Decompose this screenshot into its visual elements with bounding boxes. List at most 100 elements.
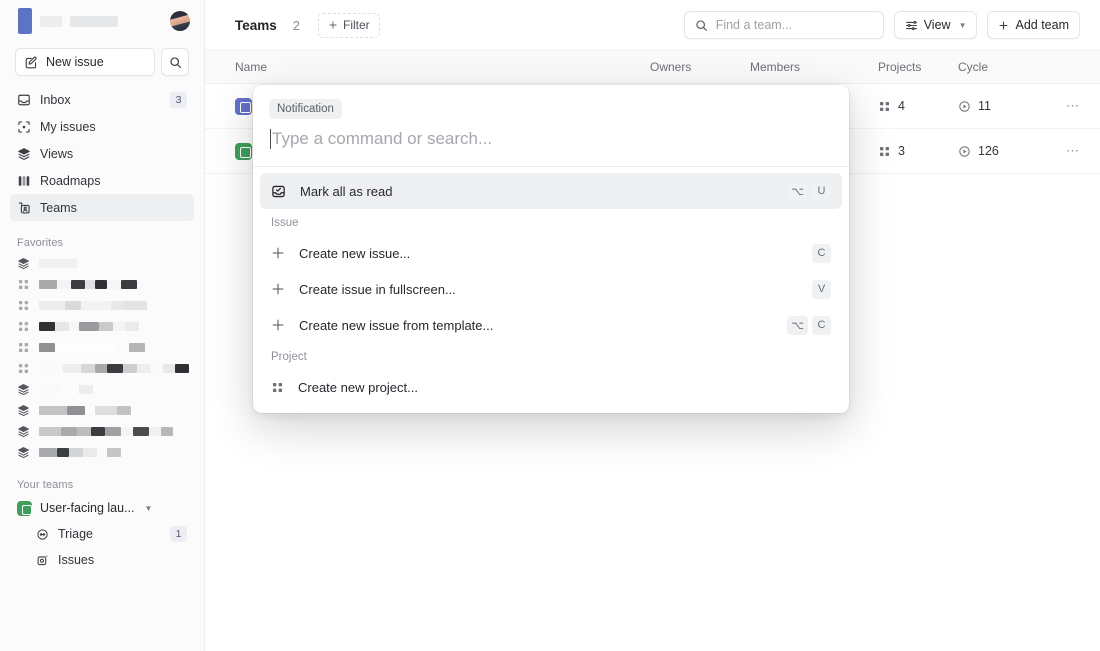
inbox-icon: [17, 93, 31, 107]
favorite-label-redacted: [39, 259, 77, 268]
project-icon: [17, 320, 30, 333]
sidebar-team-label: User-facing lau...: [40, 501, 135, 515]
favorite-label-redacted: [39, 301, 147, 310]
sidebar-item-label: Views: [40, 146, 74, 161]
favorite-item[interactable]: [0, 337, 204, 358]
plus-icon: [271, 282, 285, 296]
palette-context: Notification: [253, 85, 849, 119]
project-icon: [17, 362, 30, 375]
sidebar-team-user-facing-launch[interactable]: User-facing lau... ▼: [0, 495, 204, 521]
palette-command-label: Create issue in fullscreen...: [299, 281, 456, 297]
project-icon: [271, 381, 284, 394]
favorite-item[interactable]: [0, 253, 204, 274]
text-caret: [270, 129, 271, 149]
new-issue-label: New issue: [46, 55, 104, 69]
context-chip: Notification: [269, 99, 342, 119]
palette-command-item[interactable]: Create new project...: [260, 369, 842, 405]
palette-command-item[interactable]: Create new issue... C: [260, 235, 842, 271]
favorite-label-redacted: [39, 385, 93, 394]
shortcut-key: C: [812, 243, 831, 263]
inbox-check-icon: [271, 184, 286, 199]
plus-icon: [271, 318, 285, 332]
workspace-logo: [18, 8, 32, 34]
palette-command-label: Create new project...: [298, 379, 418, 395]
sidebar-subitem-label: Triage: [58, 527, 93, 541]
sidebar-item-triage[interactable]: Triage 1: [0, 521, 204, 547]
project-icon: [17, 278, 30, 291]
favorites-list: [0, 253, 204, 463]
sidebar-item-roadmaps[interactable]: Roadmaps: [10, 167, 194, 194]
shortcut-key: U: [812, 181, 831, 201]
favorite-label-redacted: [39, 322, 139, 331]
sidebar-item-issues[interactable]: Issues: [0, 547, 204, 573]
sidebar-subitem-label: Issues: [58, 553, 95, 567]
sidebar-item-teams[interactable]: Teams: [10, 194, 194, 221]
shortcut-keys: ⌥ U: [787, 181, 831, 201]
palette-overlay[interactable]: Notification Type a command or search...…: [205, 0, 1100, 651]
palette-command-item[interactable]: Mark all as read ⌥ U: [260, 173, 842, 209]
command-palette: Notification Type a command or search...…: [253, 85, 849, 413]
triage-badge: 1: [170, 526, 187, 542]
layers-icon: [17, 425, 30, 438]
palette-command-item[interactable]: Create new issue from template... ⌥ C: [260, 307, 842, 343]
shortcut-key: C: [812, 315, 831, 335]
favorite-item[interactable]: [0, 316, 204, 337]
favorite-item[interactable]: [0, 379, 204, 400]
target-icon: [17, 120, 31, 134]
palette-command-item[interactable]: Create issue in fullscreen... V: [260, 271, 842, 307]
shortcut-key: ⌥: [787, 181, 808, 201]
new-issue-button[interactable]: New issue: [15, 48, 155, 76]
sidebar-search-button[interactable]: [161, 48, 189, 76]
favorite-item[interactable]: [0, 295, 204, 316]
favorite-item[interactable]: [0, 442, 204, 463]
palette-group-label: Issue: [271, 217, 299, 229]
favorite-label-redacted: [39, 448, 121, 457]
favorite-item[interactable]: [0, 358, 204, 379]
shortcut-keys: V: [812, 279, 831, 299]
sidebar-item-label: My issues: [40, 119, 96, 134]
sidebar: New issue Inbox 3 My issues Views Roadma…: [0, 0, 205, 651]
layers-icon: [17, 257, 30, 270]
favorite-label-redacted: [39, 406, 131, 415]
issues-icon: [36, 554, 49, 567]
palette-command-label: Create new issue...: [299, 245, 411, 261]
palette-command-label: Create new issue from template...: [299, 317, 494, 333]
teams-icon: [17, 201, 31, 215]
compose-icon: [25, 56, 38, 69]
sidebar-item-inbox[interactable]: Inbox 3: [10, 86, 194, 113]
palette-input-row[interactable]: Type a command or search...: [253, 119, 849, 167]
palette-command-label: Mark all as read: [300, 183, 393, 199]
triage-icon: [36, 528, 49, 541]
main-content: Teams 2 Filter Find a team... View ▼ Add…: [205, 0, 1100, 651]
project-icon: [17, 341, 30, 354]
chevron-down-icon[interactable]: ▼: [144, 504, 152, 513]
sidebar-item-label: Roadmaps: [40, 173, 101, 188]
app-root: New issue Inbox 3 My issues Views Roadma…: [0, 0, 1100, 651]
palette-results: Mark all as read ⌥ U Issue Create new issue.…: [253, 167, 849, 413]
plus-icon: [271, 246, 285, 260]
sidebar-item-label: Inbox: [40, 92, 71, 107]
palette-group-label: Project: [271, 351, 307, 363]
sidebar-item-label: Teams: [40, 200, 77, 215]
layers-icon: [17, 446, 30, 459]
workspace-name-redacted-2: [70, 15, 118, 27]
project-icon: [17, 299, 30, 312]
layers-icon: [17, 147, 31, 161]
shortcut-key: ⌥: [787, 315, 808, 335]
shortcut-keys: ⌥ C: [787, 315, 831, 335]
sidebar-item-views[interactable]: Views: [10, 140, 194, 167]
favorite-item[interactable]: [0, 400, 204, 421]
layers-icon: [17, 404, 30, 417]
workspace-header[interactable]: [0, 0, 204, 42]
roadmap-icon: [17, 174, 31, 188]
sidebar-item-my-issues[interactable]: My issues: [10, 113, 194, 140]
favorite-item[interactable]: [0, 274, 204, 295]
avatar[interactable]: [170, 11, 190, 31]
favorite-label-redacted: [39, 280, 137, 289]
favorite-label-redacted: [39, 364, 189, 373]
your-teams-title: Your teams: [17, 479, 74, 491]
shortcut-keys: C: [812, 243, 831, 263]
palette-search-input[interactable]: Type a command or search...: [272, 129, 492, 149]
favorite-item[interactable]: [0, 421, 204, 442]
favorite-label-redacted: [39, 427, 173, 436]
